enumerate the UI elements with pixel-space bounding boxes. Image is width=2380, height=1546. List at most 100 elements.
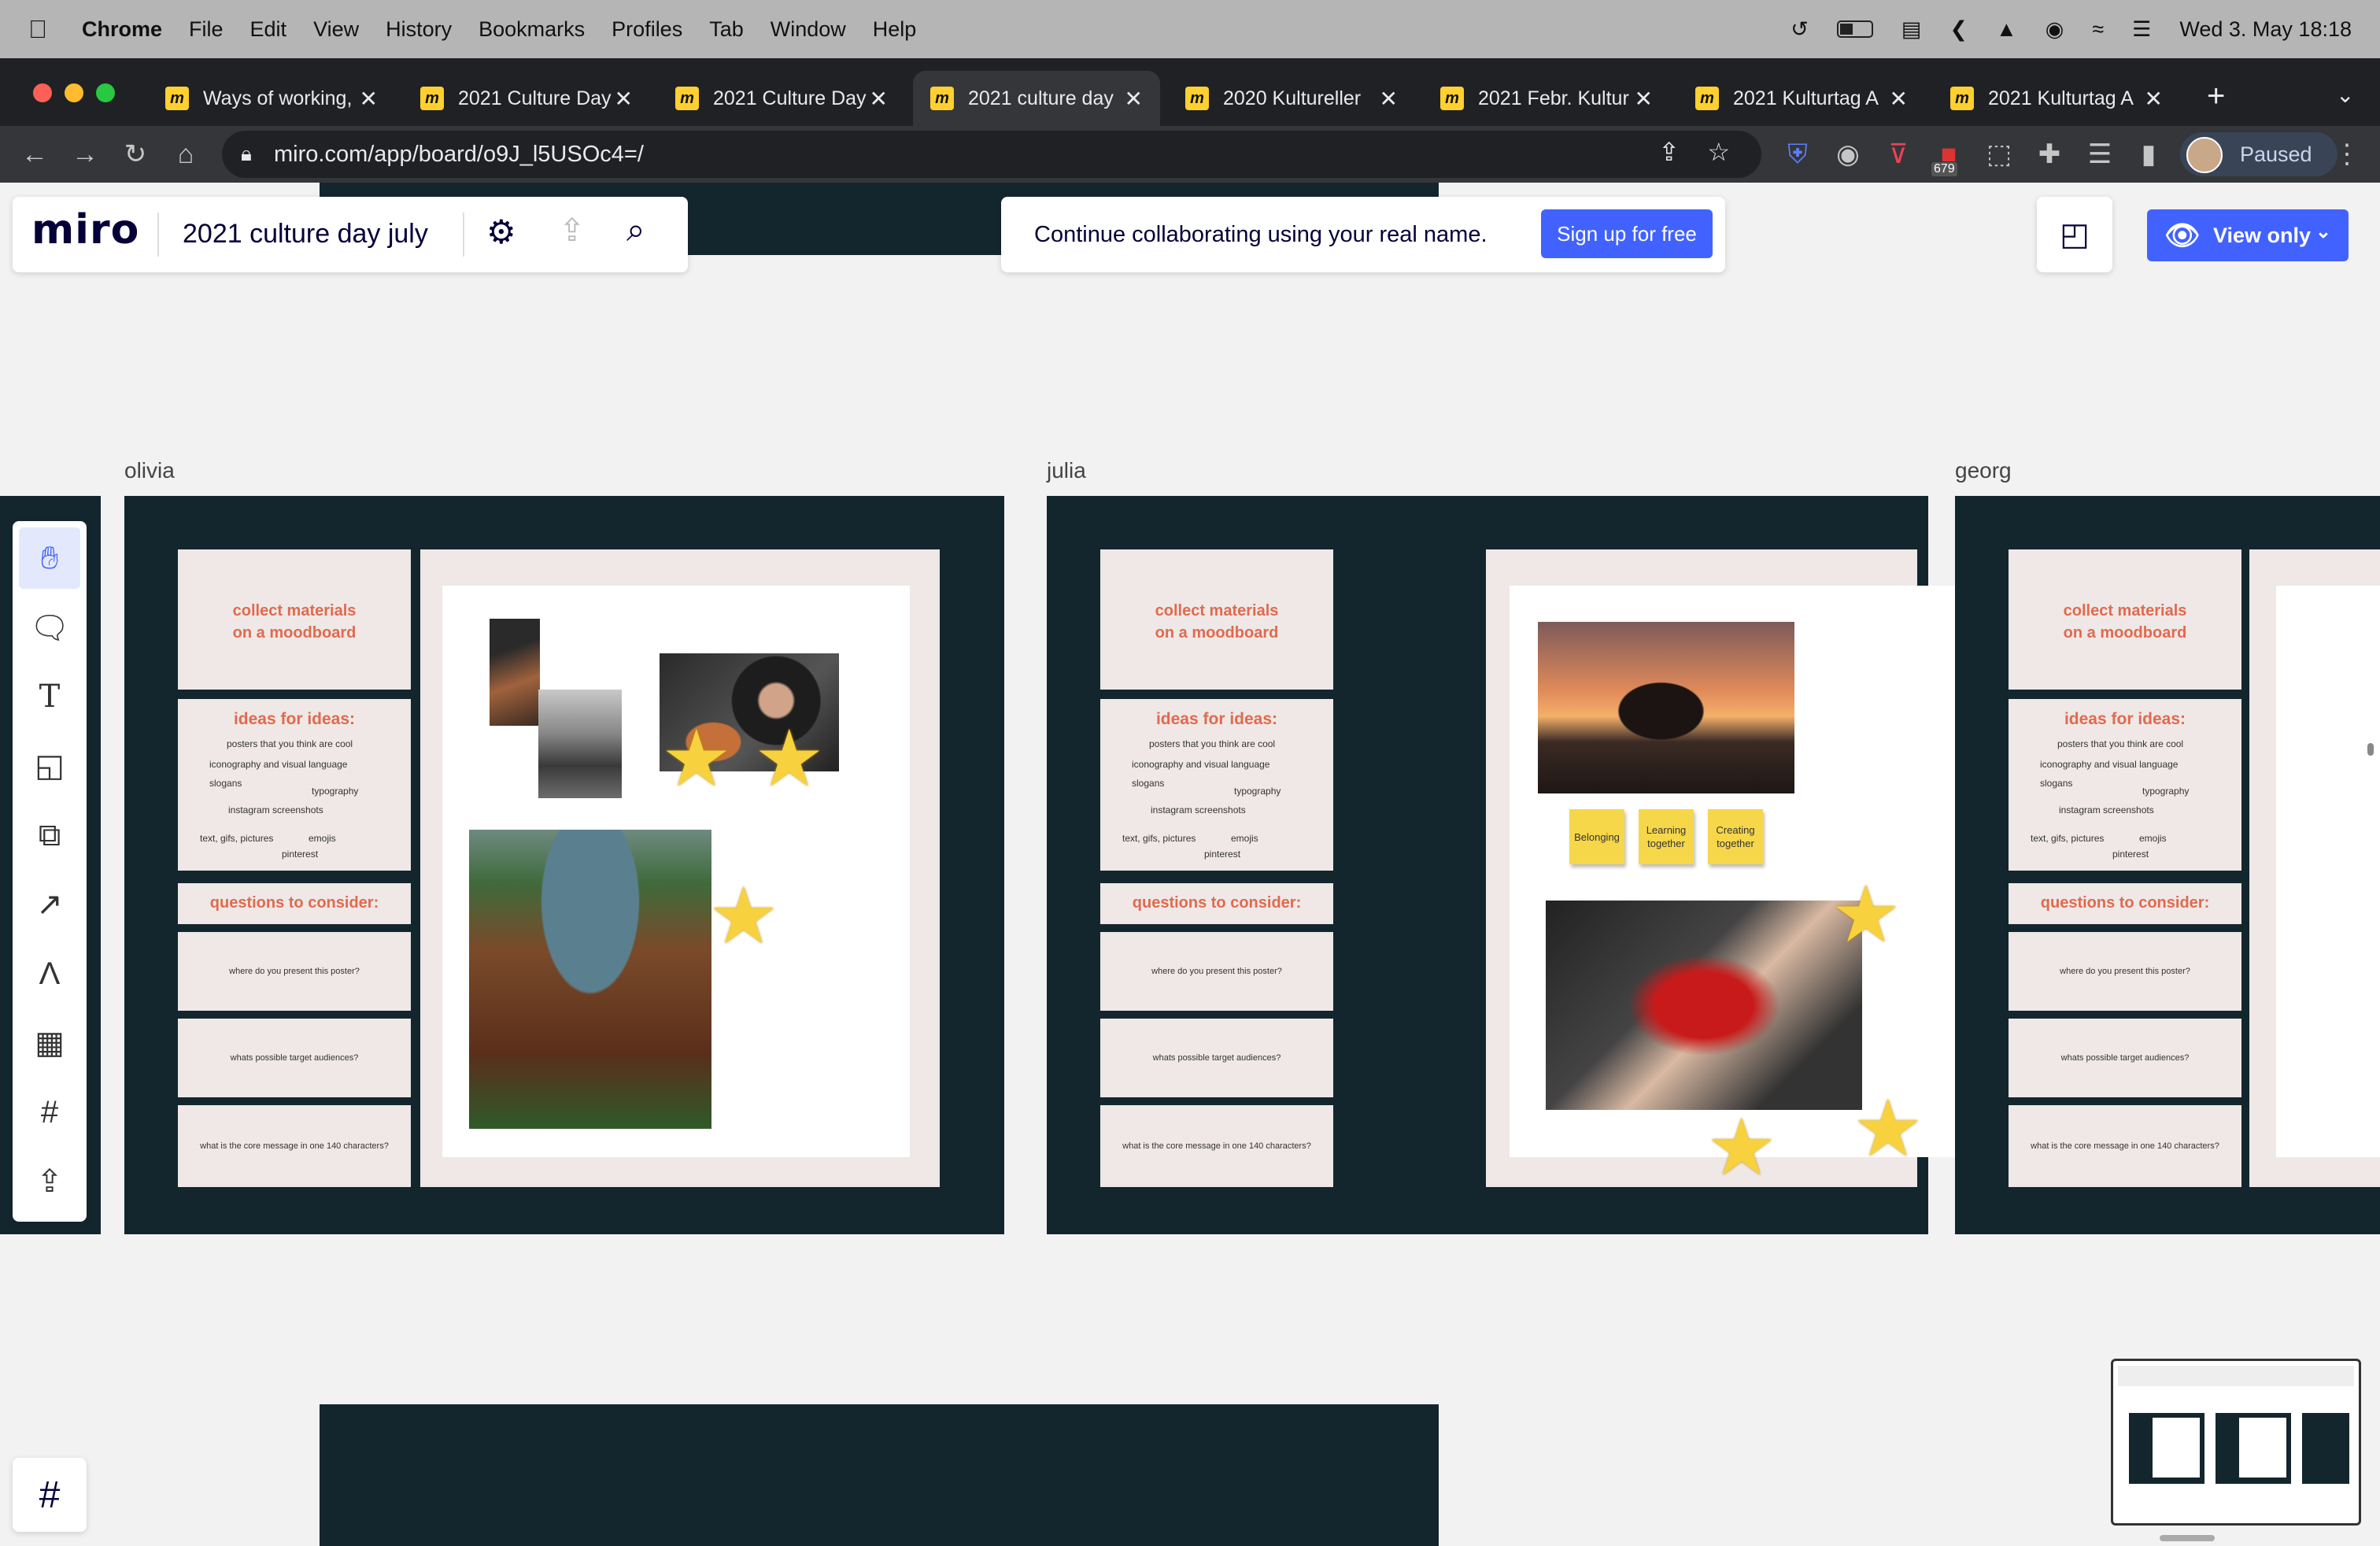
browser-menu-icon[interactable]: ⋮ [2328, 135, 2366, 173]
time-machine-icon[interactable]: ↺ [1791, 17, 1809, 42]
board-title[interactable]: 2021 culture day july [183, 219, 428, 250]
sign-up-button[interactable]: Sign up for free [1541, 209, 1713, 258]
menubar-clock[interactable]: Wed 3. May 18:18 [2179, 17, 2352, 42]
hand-tool-icon[interactable]: ✋︎ [30, 538, 69, 578]
side-panel-icon[interactable]: ▮ [2130, 135, 2168, 173]
browser-tab[interactable]: m 2021 Kulturtag A ✕ [1678, 71, 1925, 126]
menu-tab[interactable]: Tab [709, 17, 744, 42]
idea-slogans: slogans [2040, 778, 2073, 789]
miro-canvas[interactable]: olivia julia georg collect materials on a… [0, 183, 2380, 1546]
tab-search-chevron-icon[interactable]: ⌄ [2336, 82, 2354, 108]
bookmark-star-icon[interactable]: ☆ [1707, 137, 1730, 167]
sticky-note-belonging[interactable]: Belonging [1569, 809, 1624, 864]
forward-icon[interactable]: → [66, 135, 104, 173]
frame-tool-icon[interactable]: # [30, 1093, 69, 1132]
new-tab-icon[interactable]: + [2207, 79, 2225, 114]
frame-label-olivia[interactable]: olivia [124, 458, 175, 483]
photo-interior-room[interactable] [538, 690, 622, 798]
menu-edit[interactable]: Edit [250, 17, 287, 42]
extension-badge-icon[interactable]: ■ 679 [1930, 135, 1968, 176]
wifi-icon[interactable]: ≈ [2092, 17, 2104, 42]
star-sticker[interactable]: ★ [1706, 1108, 1777, 1187]
vertical-scroll-handle[interactable] [2367, 743, 2374, 756]
lock-icon[interactable]: 🔒︎ [241, 142, 252, 167]
browser-tab[interactable]: m 2021 Culture Day ✕ [403, 71, 650, 126]
miro-logo[interactable]: miro [31, 206, 139, 253]
menu-app-name[interactable]: Chrome [82, 17, 162, 42]
frame-label-julia[interactable]: julia [1047, 458, 1086, 483]
browser-tab[interactable]: m 2021 Febr. Kultur ✕ [1423, 71, 1670, 126]
settings-gear-icon[interactable]: ⚙ [486, 213, 516, 251]
star-sticker[interactable]: ★ [1853, 1089, 1924, 1168]
star-sticker[interactable]: ★ [1831, 875, 1901, 954]
close-tab-icon[interactable]: ✕ [1890, 86, 1908, 112]
photo-couple-sunset[interactable] [1538, 622, 1794, 793]
frame-label-georg[interactable]: georg [1955, 458, 2012, 483]
close-tab-icon[interactable]: ✕ [2145, 86, 2163, 112]
star-sticker[interactable]: ★ [661, 719, 732, 798]
control-center-icon[interactable]: ☰ [2132, 17, 2151, 42]
apps-shapes-icon[interactable]: ◰ [2037, 197, 2112, 272]
reading-list-icon[interactable]: ☰ [2081, 135, 2119, 173]
close-tab-icon[interactable]: ✕ [615, 86, 633, 112]
maximize-window-button[interactable] [96, 83, 115, 102]
close-tab-icon[interactable]: ✕ [360, 86, 378, 112]
star-sticker[interactable]: ★ [708, 877, 779, 956]
photo-woman-hair[interactable] [490, 619, 540, 726]
templates-tool-icon[interactable]: ▦ [30, 1023, 69, 1063]
upload-tool-icon[interactable]: ⇪ [30, 1162, 69, 1201]
close-tab-icon[interactable]: ✕ [1635, 86, 1653, 112]
shapes-tool-icon[interactable]: ⧉ [30, 816, 69, 855]
share-icon[interactable]: ⇪ [1658, 137, 1680, 167]
bitwarden-icon[interactable]: ⛨ [1779, 135, 1816, 173]
menu-profiles[interactable]: Profiles [612, 17, 682, 42]
menu-history[interactable]: History [386, 17, 452, 42]
browser-tab[interactable]: m 2021 Kulturtag A ✕ [1933, 71, 2180, 126]
browser-tab[interactable]: m 2020 Kultureller ✕ [1168, 71, 1415, 126]
vpn-icon[interactable]: ◉ [2046, 17, 2064, 42]
star-sticker[interactable]: ★ [754, 719, 825, 798]
menu-file[interactable]: File [189, 17, 224, 42]
sticky-note-learning-together[interactable]: Learning together [1639, 809, 1694, 864]
pocket-icon[interactable]: ⊽ [1879, 135, 1917, 173]
back-icon[interactable]: ← [16, 135, 54, 173]
battery-icon[interactable] [1836, 20, 1873, 38]
display-icon[interactable]: ▤ [1901, 17, 1922, 42]
menu-bookmarks[interactable]: Bookmarks [479, 17, 585, 42]
pen-tool-icon[interactable]: Λ [30, 954, 69, 993]
browser-tab[interactable]: m 2021 Culture Day ✕ [658, 71, 905, 126]
horizontal-scroll-handle[interactable] [2160, 1535, 2215, 1541]
close-window-button[interactable] [33, 83, 52, 102]
extension-box-icon[interactable]: ⬚ [1980, 135, 2018, 173]
minimize-window-button[interactable] [65, 83, 83, 102]
view-only-button[interactable]: 👁︎ View only ⌄ [2147, 209, 2349, 261]
menu-view[interactable]: View [313, 17, 359, 42]
photo-book-tower-island[interactable] [469, 830, 711, 1129]
apple-icon[interactable]:  [28, 15, 47, 44]
search-icon[interactable]: ⌕ [626, 211, 645, 250]
photo-hands-heart[interactable] [1546, 901, 1862, 1110]
reload-icon[interactable]: ↻ [116, 135, 154, 173]
export-upload-icon[interactable]: ⇪ [559, 213, 586, 249]
extension-mask-icon[interactable]: ◉ [1829, 135, 1867, 173]
menu-help[interactable]: Help [873, 17, 917, 42]
browser-tab-active[interactable]: m 2021 culture day ✕ [913, 71, 1160, 126]
frames-panel-icon[interactable]: # [13, 1458, 87, 1532]
text-tool-icon[interactable]: T [30, 677, 69, 716]
close-tab-icon[interactable]: ✕ [1380, 86, 1398, 112]
airplay-icon[interactable]: ▲ [1996, 17, 2017, 42]
arrow-tool-icon[interactable]: ↗ [30, 885, 69, 924]
extensions-puzzle-icon[interactable]: ✚ [2031, 135, 2068, 173]
close-tab-icon[interactable]: ✕ [1125, 86, 1143, 112]
chevron-left-icon[interactable]: ❮ [1949, 17, 1968, 42]
sticky-note-creating-together[interactable]: Creating together [1708, 809, 1763, 864]
comment-tool-icon[interactable]: 🗨︎ [30, 608, 70, 647]
address-bar[interactable]: 🔒︎ miro.com/app/board/o9J_l5USOc4=/ ⇪ ☆ [222, 131, 1761, 178]
close-tab-icon[interactable]: ✕ [870, 86, 888, 112]
profile-paused-button[interactable]: Paused [2180, 132, 2338, 176]
browser-tab[interactable]: m Ways of working, ✕ [148, 71, 395, 126]
sticky-note-tool-icon[interactable]: ◱ [30, 746, 69, 786]
minimap[interactable] [2111, 1359, 2361, 1526]
home-icon[interactable]: ⌂ [167, 135, 205, 173]
menu-window[interactable]: Window [771, 17, 846, 42]
